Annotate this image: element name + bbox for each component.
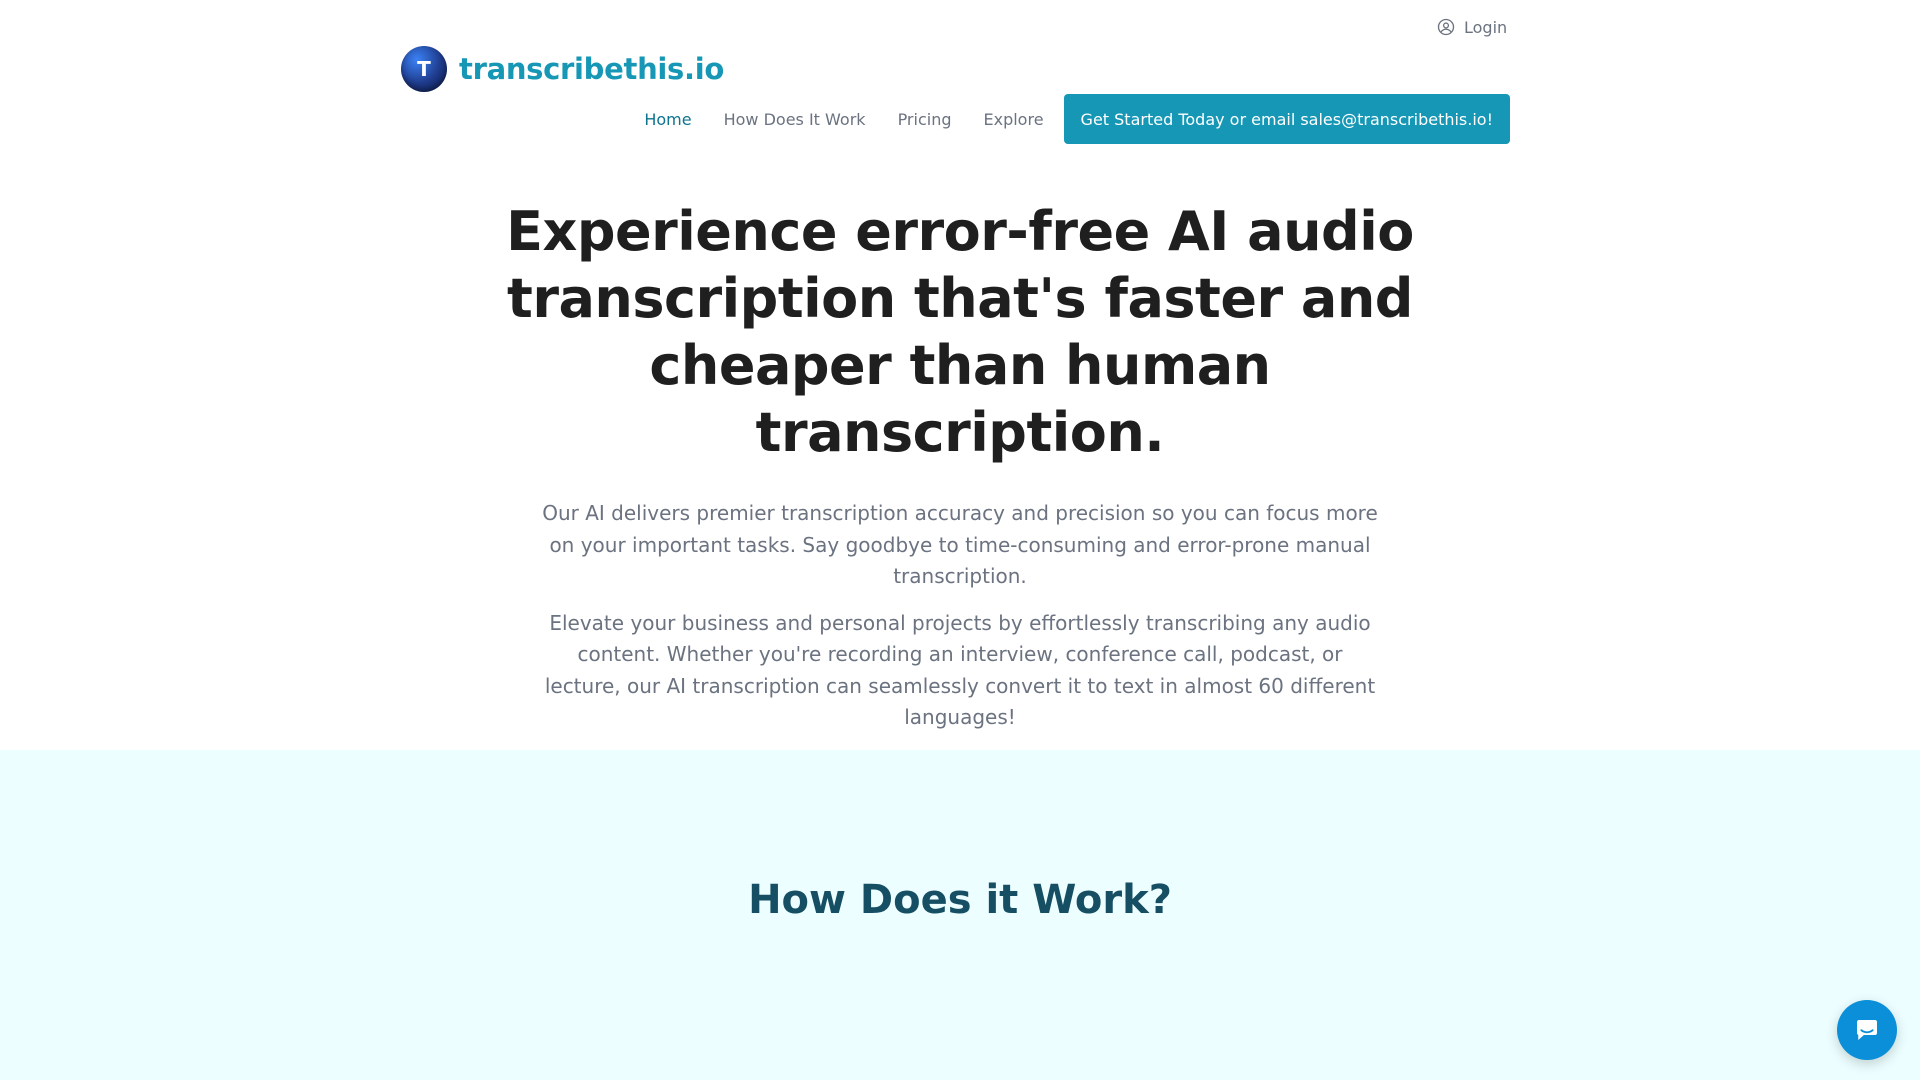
hero-section: Experience error-free AI audio transcrip… [0,198,1920,734]
nav-explore[interactable]: Explore [984,110,1044,129]
chat-bubble-icon [1857,1020,1877,1040]
hero-title: Experience error-free AI audio transcrip… [506,200,1414,464]
how-it-works-title: How Does it Work? [748,877,1172,923]
chat-button[interactable] [1837,1000,1897,1060]
hero-paragraph-1: Our AI delivers premier transcription ac… [542,501,1378,588]
hero-paragraph-2: Elevate your business and personal proje… [544,610,1376,730]
main-nav: Home How Does It Work Pricing Explore Ge… [644,94,1510,144]
login-label: Login [1464,17,1508,37]
user-circle-icon [1437,18,1455,36]
login-link[interactable]: Login [1437,14,1517,40]
logo-icon: T [401,46,447,92]
get-started-button[interactable]: Get Started Today or email sales@transcr… [1063,94,1510,144]
nav-how-does-it-work[interactable]: How Does It Work [724,110,866,129]
nav-pricing[interactable]: Pricing [898,110,952,129]
site-logo[interactable]: T transcribethis.io [401,46,724,92]
nav-home[interactable]: Home [644,110,691,129]
logo-text: transcribethis.io [459,52,724,86]
logo-initial: T [417,57,431,81]
how-it-works-section: How Does it Work? [0,750,1920,1080]
